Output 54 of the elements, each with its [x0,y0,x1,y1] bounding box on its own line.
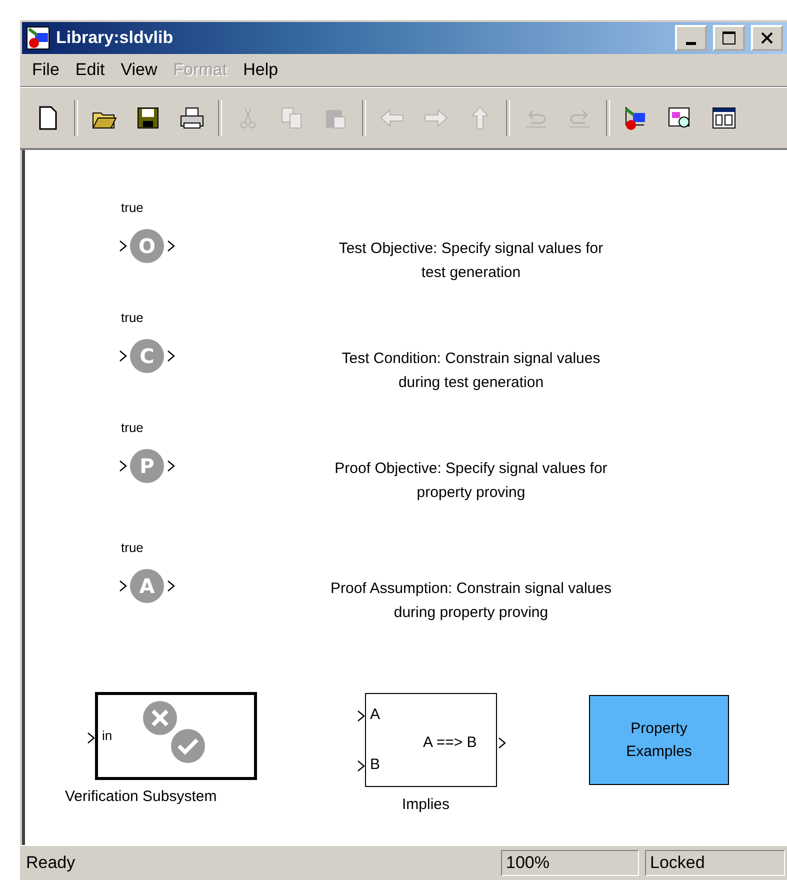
block-label: Examples [626,743,692,760]
close-button[interactable] [751,25,783,51]
block-name: Verification Subsystem [65,788,217,805]
block-parameter: true [121,420,144,435]
block-parameter: true [121,310,144,325]
block-description: Test Objective: Specify signal values for [338,240,604,257]
menu-item[interactable]: File [26,60,66,80]
input-port-icon [357,710,365,722]
block-description: Proof Objective: Specify signal values for [334,460,608,477]
cross-icon [142,700,178,736]
input-port-icon [119,350,127,362]
menu-item[interactable]: Help [237,60,284,80]
output-port-icon [167,350,175,362]
minimize-icon [686,42,696,44]
block-description: during property proving [394,604,548,621]
input-port-icon [119,240,127,252]
output-port-icon [167,460,175,472]
port-label: B [370,756,380,773]
block-description: test generation [421,264,521,281]
block-description: during test generation [398,374,544,391]
check-icon [170,728,206,764]
maximize-icon [722,31,736,45]
input-port-icon [357,760,365,772]
block-name: Implies [402,796,450,813]
print-icon [179,105,205,131]
input-port-icon [119,460,127,472]
input-port-icon [119,580,127,592]
app-icon [26,26,50,50]
minimize-button[interactable] [675,25,707,51]
port-label: A [370,706,380,723]
status-message: Ready [25,853,76,873]
block-description: Proof Assumption: Constrain signal values [330,580,612,597]
mode-indicator: Locked [645,850,785,876]
output-port-icon [167,240,175,252]
block-expression: A ==> B [423,734,477,751]
property-examples-block[interactable]: Property Examples [589,695,729,785]
menu-item[interactable]: View [114,60,164,80]
block-label: Property [630,720,688,737]
input-port-icon [87,732,95,744]
property-window-icon [711,105,737,131]
menu-item[interactable]: Edit [69,60,111,80]
output-port-icon [167,580,175,592]
block-description: property proving [416,484,526,501]
block-parameter: true [121,540,144,555]
save-icon [135,105,161,131]
implies-block[interactable] [365,693,497,787]
port-label: in [102,728,112,743]
block-description: Test Condition: Constrain signal values [342,350,600,367]
output-port-icon [498,737,506,749]
window-title: Library:sldvlib [56,28,174,48]
maximize-button[interactable] [713,25,745,51]
block-parameter: true [121,200,144,215]
zoom-level: 100% [501,850,639,876]
close-icon [760,31,774,45]
